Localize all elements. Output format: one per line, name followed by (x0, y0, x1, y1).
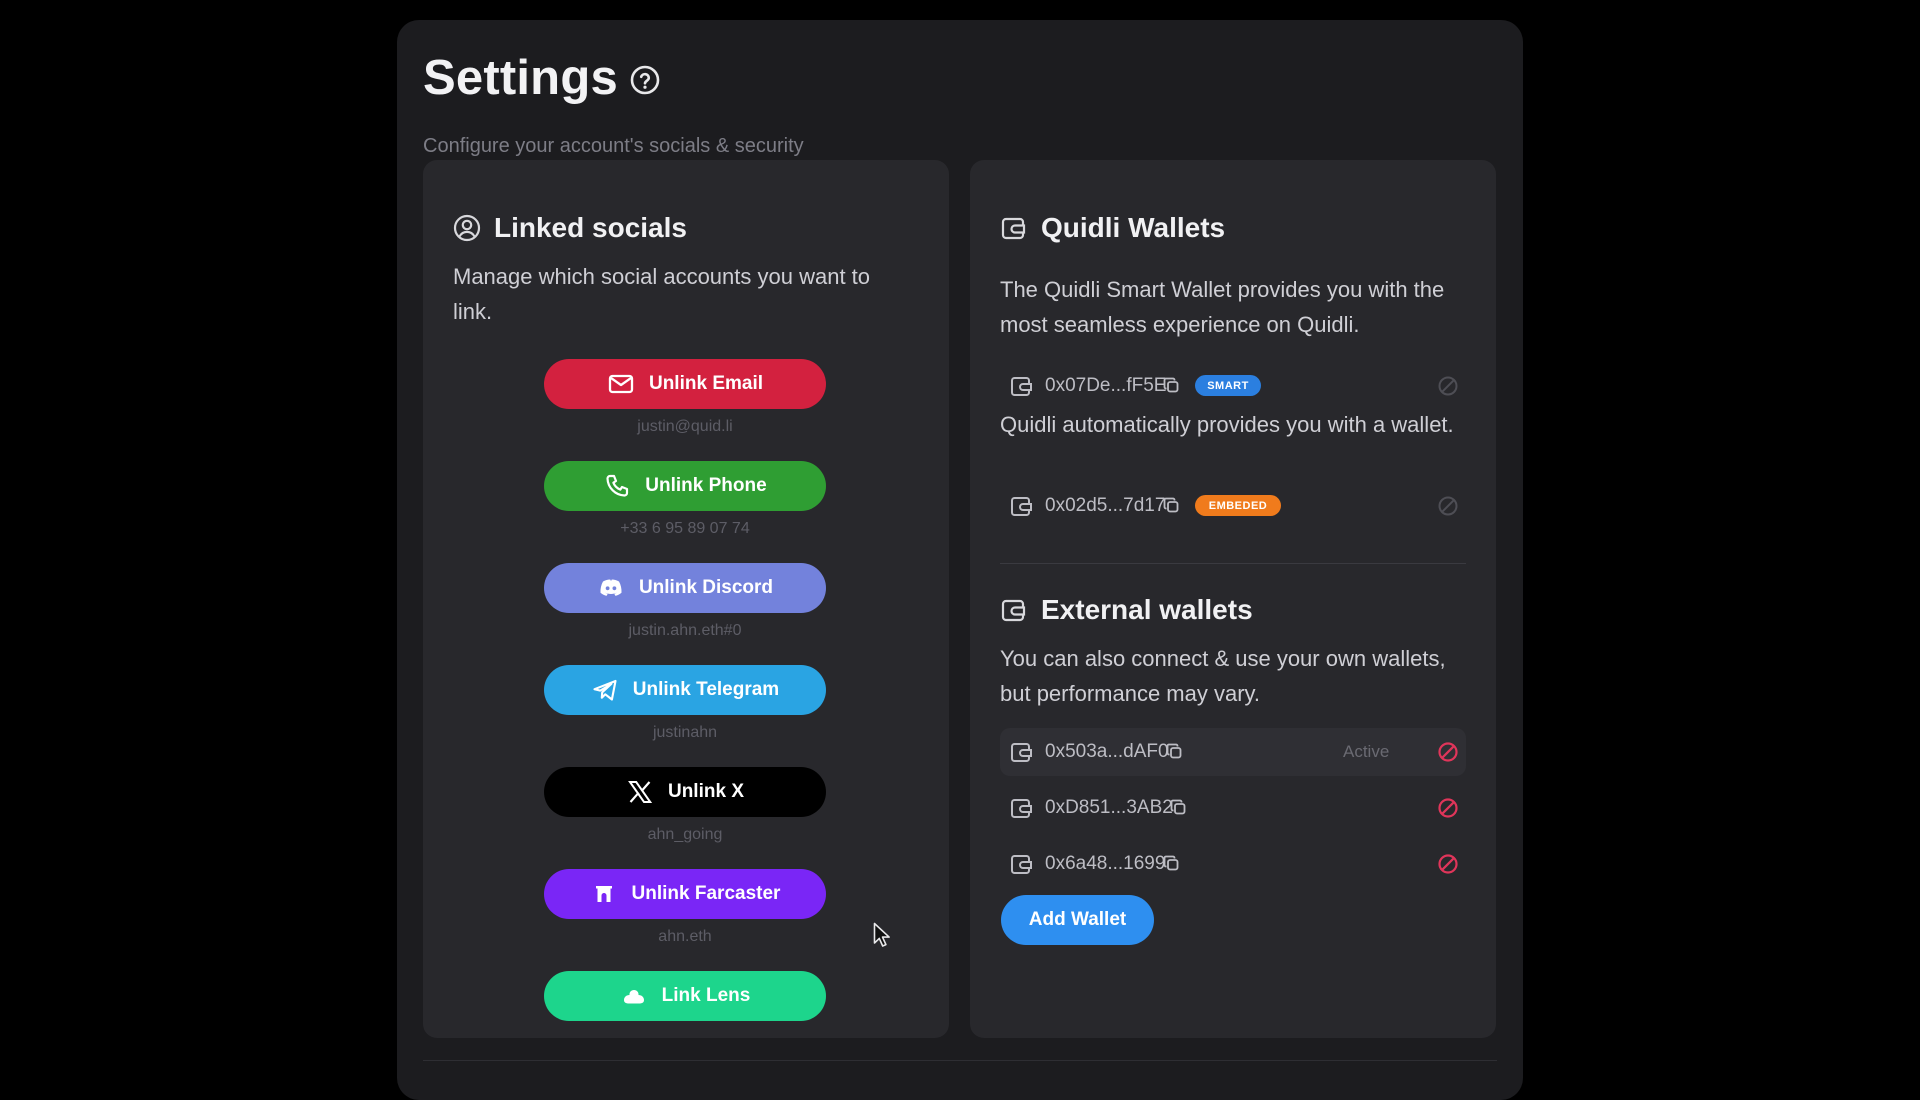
wallet-icon (1011, 743, 1032, 762)
unlink-x-label: Unlink X (667, 781, 744, 802)
wallet-icon (1001, 217, 1026, 240)
page-title: Settings (423, 51, 618, 105)
lens-icon (623, 990, 644, 1004)
disabled-remove-icon (1438, 376, 1458, 396)
link-lens-label: Link Lens (661, 985, 751, 1006)
section-divider (423, 1060, 1497, 1061)
unlink-discord-button[interactable]: Unlink Discord (544, 563, 826, 613)
telegram-icon (593, 679, 617, 701)
quidli-wallets-title: Quidli Wallets (1041, 212, 1226, 243)
linked-socials-description: Manage which social accounts you want to… (453, 264, 871, 324)
settings-panel: Settings Configure your account's social… (397, 20, 1523, 1100)
discord-account: justin.ahn.eth#0 (628, 622, 742, 639)
farcaster-icon (595, 886, 612, 902)
copy-icon[interactable] (1166, 743, 1183, 760)
external-wallet-row[interactable]: 0x6a48...1699 (1000, 840, 1466, 888)
wallet-address: 0xD851...3AB2 (1045, 797, 1173, 818)
wallet-address: 0x02d5...7d17 (1045, 495, 1166, 516)
smart-wallet-row: 0x07De...fF5E SMART (1000, 362, 1466, 410)
copy-icon[interactable] (1163, 497, 1180, 514)
copy-icon[interactable] (1163, 855, 1180, 872)
copy-icon[interactable] (1163, 377, 1180, 394)
wallet-icon (1001, 599, 1026, 622)
user-circle-icon (453, 214, 481, 242)
embedded-wallet-row: 0x02d5...7d17 EMBEDED (1000, 482, 1466, 530)
external-wallet-row[interactable]: 0x503a...dAF0 Active (1000, 728, 1466, 776)
phone-account: +33 6 95 89 07 74 (620, 520, 750, 537)
unlink-phone-label: Unlink Phone (645, 475, 767, 496)
remove-wallet-icon[interactable] (1436, 852, 1460, 876)
external-wallets-description: You can also connect & use your own wall… (1000, 646, 1446, 706)
section-divider (1000, 563, 1466, 564)
wallet-address: 0x503a...dAF0 (1045, 741, 1169, 762)
quidli-wallets-description: The Quidli Smart Wallet provides you wit… (1000, 277, 1445, 337)
wallet-address: 0x07De...fF5E (1045, 375, 1167, 396)
x-account: ahn_going (647, 826, 723, 843)
unlink-email-button[interactable]: Unlink Email (544, 359, 826, 409)
copy-icon[interactable] (1170, 799, 1187, 816)
unlink-telegram-button[interactable]: Unlink Telegram (544, 665, 826, 715)
email-account: justin@quid.li (637, 418, 733, 435)
wallets-card: Quidli Wallets The Quidli Smart Wallet p… (970, 160, 1496, 1038)
link-lens-button[interactable]: Link Lens (544, 971, 826, 1021)
external-wallet-row[interactable]: 0xD851...3AB2 (1000, 784, 1466, 832)
active-status: Active (1343, 742, 1390, 761)
x-logo-icon (628, 781, 653, 803)
unlink-farcaster-button[interactable]: Unlink Farcaster (544, 869, 826, 919)
unlink-phone-button[interactable]: Unlink Phone (544, 461, 826, 511)
wallet-icon (1011, 377, 1032, 396)
embedded-badge: EMBEDED (1195, 495, 1281, 516)
help-icon[interactable] (629, 64, 661, 96)
phone-icon (606, 474, 629, 497)
telegram-account: justinahn (652, 724, 718, 741)
linked-socials-card: Linked socials Manage which social accou… (423, 160, 949, 1038)
unlink-x-button[interactable]: Unlink X (544, 767, 826, 817)
remove-wallet-icon[interactable] (1436, 740, 1460, 764)
add-wallet-button[interactable]: Add Wallet (1001, 895, 1154, 945)
discord-icon (600, 579, 622, 596)
wallet-icon (1011, 855, 1032, 874)
linked-socials-title: Linked socials (494, 212, 687, 243)
disabled-remove-icon (1438, 496, 1458, 516)
page-subtitle: Configure your account's socials & secur… (423, 135, 804, 157)
unlink-email-label: Unlink Email (648, 373, 764, 394)
unlink-farcaster-label: Unlink Farcaster (631, 883, 781, 904)
unlink-telegram-label: Unlink Telegram (632, 679, 780, 700)
wallet-icon (1011, 799, 1032, 818)
remove-wallet-icon[interactable] (1436, 796, 1460, 820)
wallet-address: 0x6a48...1699 (1045, 853, 1166, 874)
mouse-pointer-icon (873, 922, 890, 947)
smart-badge: SMART (1195, 375, 1261, 396)
auto-wallet-note: Quidli automatically provides you with a… (1000, 412, 1454, 437)
unlink-discord-label: Unlink Discord (638, 577, 774, 598)
farcaster-account: ahn.eth (658, 928, 712, 945)
mail-icon (608, 374, 634, 394)
external-wallets-title: External wallets (1041, 594, 1253, 625)
wallet-icon (1011, 497, 1032, 516)
